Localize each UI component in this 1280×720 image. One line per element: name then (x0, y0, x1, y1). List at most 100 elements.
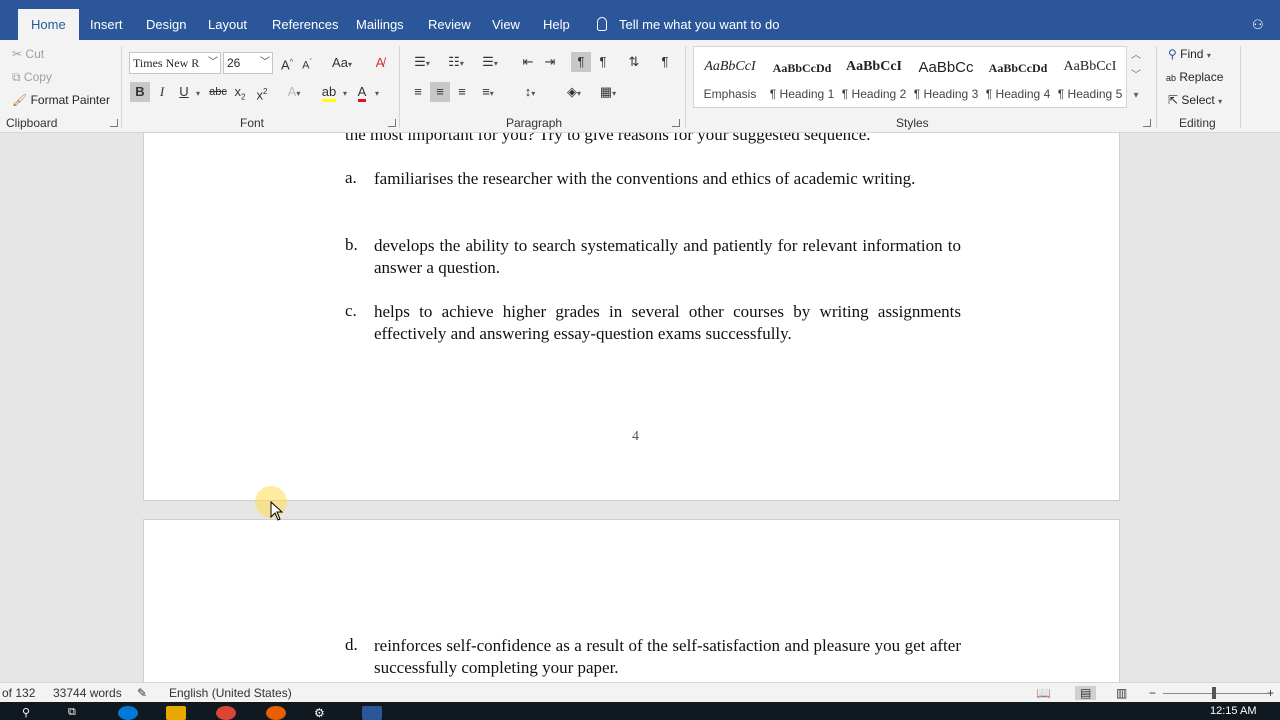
list-letter: b. (345, 235, 358, 254)
replace-button[interactable]: ab Replace (1166, 70, 1223, 84)
borders-icon[interactable]: ▦▾ (594, 82, 622, 102)
justify-icon[interactable]: ≡▾ (474, 82, 502, 102)
paragraph-launcher-icon[interactable] (672, 119, 680, 127)
style-heading-1[interactable]: AaBbCcDd ¶ Heading 1 (766, 47, 838, 109)
superscript-button[interactable]: x2 (252, 82, 272, 102)
format-painter-button[interactable]: 🖌 Format Painter (12, 93, 110, 107)
highlight-color-icon[interactable]: ab (316, 82, 342, 102)
copy-button[interactable]: ⧉ Copy (12, 70, 52, 85)
tab-layout[interactable]: Layout (208, 9, 247, 40)
cut-button[interactable]: ✂ Cut (12, 47, 44, 61)
style-heading-2[interactable]: AaBbCcI ¶ Heading 2 (838, 47, 910, 109)
shrink-font-icon[interactable]: Aˇ (297, 53, 317, 73)
clear-formatting-icon[interactable]: A̸ (370, 53, 390, 73)
firefox-icon[interactable] (266, 706, 286, 720)
word-app-icon[interactable] (362, 706, 382, 720)
style-emphasis[interactable]: AaBbCcI Emphasis (694, 47, 766, 109)
document-canvas[interactable]: the most important for you? Try to give … (0, 133, 1280, 682)
find-button[interactable]: ⚲ Find ▾ (1168, 47, 1211, 61)
style-heading-3[interactable]: AaBbCc ¶ Heading 3 (910, 47, 982, 109)
font-launcher-icon[interactable] (388, 119, 396, 127)
proofing-icon[interactable]: ✎ (137, 686, 147, 700)
grow-font-icon[interactable]: A^ (277, 53, 297, 73)
document-page[interactable]: the most important for you? Try to give … (143, 133, 1120, 501)
chevron-down-icon[interactable]: ﹀ (1127, 66, 1145, 86)
zoom-out-icon[interactable]: − (1149, 686, 1156, 700)
change-case-icon[interactable]: Aa▾ (328, 53, 356, 73)
italic-button[interactable]: I (152, 82, 172, 102)
task-view-icon[interactable]: ⧉ (68, 706, 88, 720)
bullets-icon[interactable]: ☰▾ (408, 52, 436, 72)
subscript-button[interactable]: x2 (230, 82, 250, 102)
numbering-icon[interactable]: ☷▾ (442, 52, 470, 72)
chevron-down-icon[interactable]: ▾ (372, 82, 382, 102)
align-left-icon[interactable]: ≡ (408, 82, 428, 102)
language-indicator[interactable]: English (United States) (169, 686, 292, 700)
settings-icon[interactable]: ⚙ (314, 706, 334, 720)
pilcrow-icon[interactable]: ¶ (655, 52, 675, 72)
style-name: ¶ Heading 5 (1057, 87, 1123, 101)
chevron-down-icon[interactable]: ▾ (340, 82, 350, 102)
word-count[interactable]: 33744 words (53, 686, 122, 700)
increase-indent-icon[interactable]: ⇥ (540, 52, 560, 72)
read-mode-icon[interactable]: 📖 (1036, 686, 1051, 700)
chevron-up-icon[interactable]: ︿ (1127, 46, 1145, 66)
chrome-icon[interactable] (216, 706, 236, 720)
style-heading-5[interactable]: AaBbCcI ¶ Heading 5 (1054, 47, 1126, 109)
text-effects-icon[interactable]: A▾ (284, 82, 304, 102)
style-name: ¶ Heading 4 (985, 87, 1051, 101)
document-page[interactable]: d. reinforces self-confidence as a resul… (143, 519, 1120, 682)
tab-insert[interactable]: Insert (90, 9, 123, 40)
style-heading-4[interactable]: AaBbCcDd ¶ Heading 4 (982, 47, 1054, 109)
styles-gallery-scroller: ︿ ﹀ ▾ (1127, 46, 1145, 108)
list-letter: a. (345, 168, 357, 187)
list-item: familiarises the researcher with the con… (374, 169, 916, 188)
font-size-input[interactable]: 26 ﹀ (223, 52, 273, 74)
style-name: ¶ Heading 2 (841, 87, 907, 101)
zoom-in-icon[interactable]: + (1267, 686, 1274, 700)
styles-gallery: AaBbCcI Emphasis AaBbCcDd ¶ Heading 1 Aa… (693, 46, 1127, 108)
zoom-slider-thumb[interactable] (1212, 687, 1216, 699)
tab-home[interactable]: Home (18, 9, 79, 40)
bold-button[interactable]: B (130, 82, 150, 102)
tab-help[interactable]: Help (543, 9, 570, 40)
font-color-icon[interactable]: A (352, 82, 372, 102)
select-button[interactable]: ⇱ Select ▾ (1168, 93, 1222, 107)
align-center-icon[interactable]: ≡ (430, 82, 450, 102)
tab-view[interactable]: View (492, 9, 520, 40)
chevron-down-icon[interactable]: ▾ (193, 82, 203, 102)
tab-review[interactable]: Review (428, 9, 471, 40)
ltr-text-icon[interactable]: ¶ (571, 52, 591, 72)
edge-icon[interactable] (118, 706, 138, 720)
styles-launcher-icon[interactable] (1143, 119, 1151, 127)
share-button[interactable]: ⚇ Sh (1252, 9, 1280, 63)
font-name-input[interactable]: Times New R ﹀ (129, 52, 221, 74)
web-layout-icon[interactable]: ▥ (1116, 686, 1127, 700)
system-clock[interactable]: 12:15 AM (1210, 705, 1256, 717)
decrease-indent-icon[interactable]: ⇤ (518, 52, 538, 72)
line-spacing-icon[interactable]: ↕▾ (516, 82, 544, 102)
print-layout-icon[interactable]: ▤ (1075, 686, 1097, 700)
styles-group-label: Styles (896, 116, 929, 130)
shading-icon[interactable]: ◈▾ (560, 82, 588, 102)
underline-button[interactable]: U (174, 82, 194, 102)
tell-me-search[interactable]: Tell me what you want to do (597, 9, 779, 40)
clipboard-launcher-icon[interactable] (110, 119, 118, 127)
page-count[interactable]: of 132 (2, 686, 35, 700)
rtl-text-icon[interactable]: ¶ (593, 52, 613, 72)
align-right-icon[interactable]: ≡ (452, 82, 472, 102)
paintbrush-icon: 🖌 (12, 93, 28, 107)
more-icon[interactable]: ▾ (1127, 86, 1145, 106)
sort-icon[interactable]: ⇅ (624, 52, 644, 72)
style-sample: AaBbCcDd (772, 61, 832, 75)
file-explorer-icon[interactable] (166, 706, 186, 720)
scissors-icon: ✂ (12, 47, 23, 61)
tab-mailings[interactable]: Mailings (356, 9, 404, 40)
tab-design[interactable]: Design (146, 9, 186, 40)
multilevel-list-icon[interactable]: ☰▾ (476, 52, 504, 72)
tell-me-label: Tell me what you want to do (619, 17, 780, 32)
tab-references[interactable]: References (272, 9, 338, 40)
strikethrough-button[interactable]: abc (208, 82, 228, 102)
search-icon[interactable]: ⚲ (22, 706, 42, 720)
style-sample: AaBbCcI (1063, 59, 1117, 74)
